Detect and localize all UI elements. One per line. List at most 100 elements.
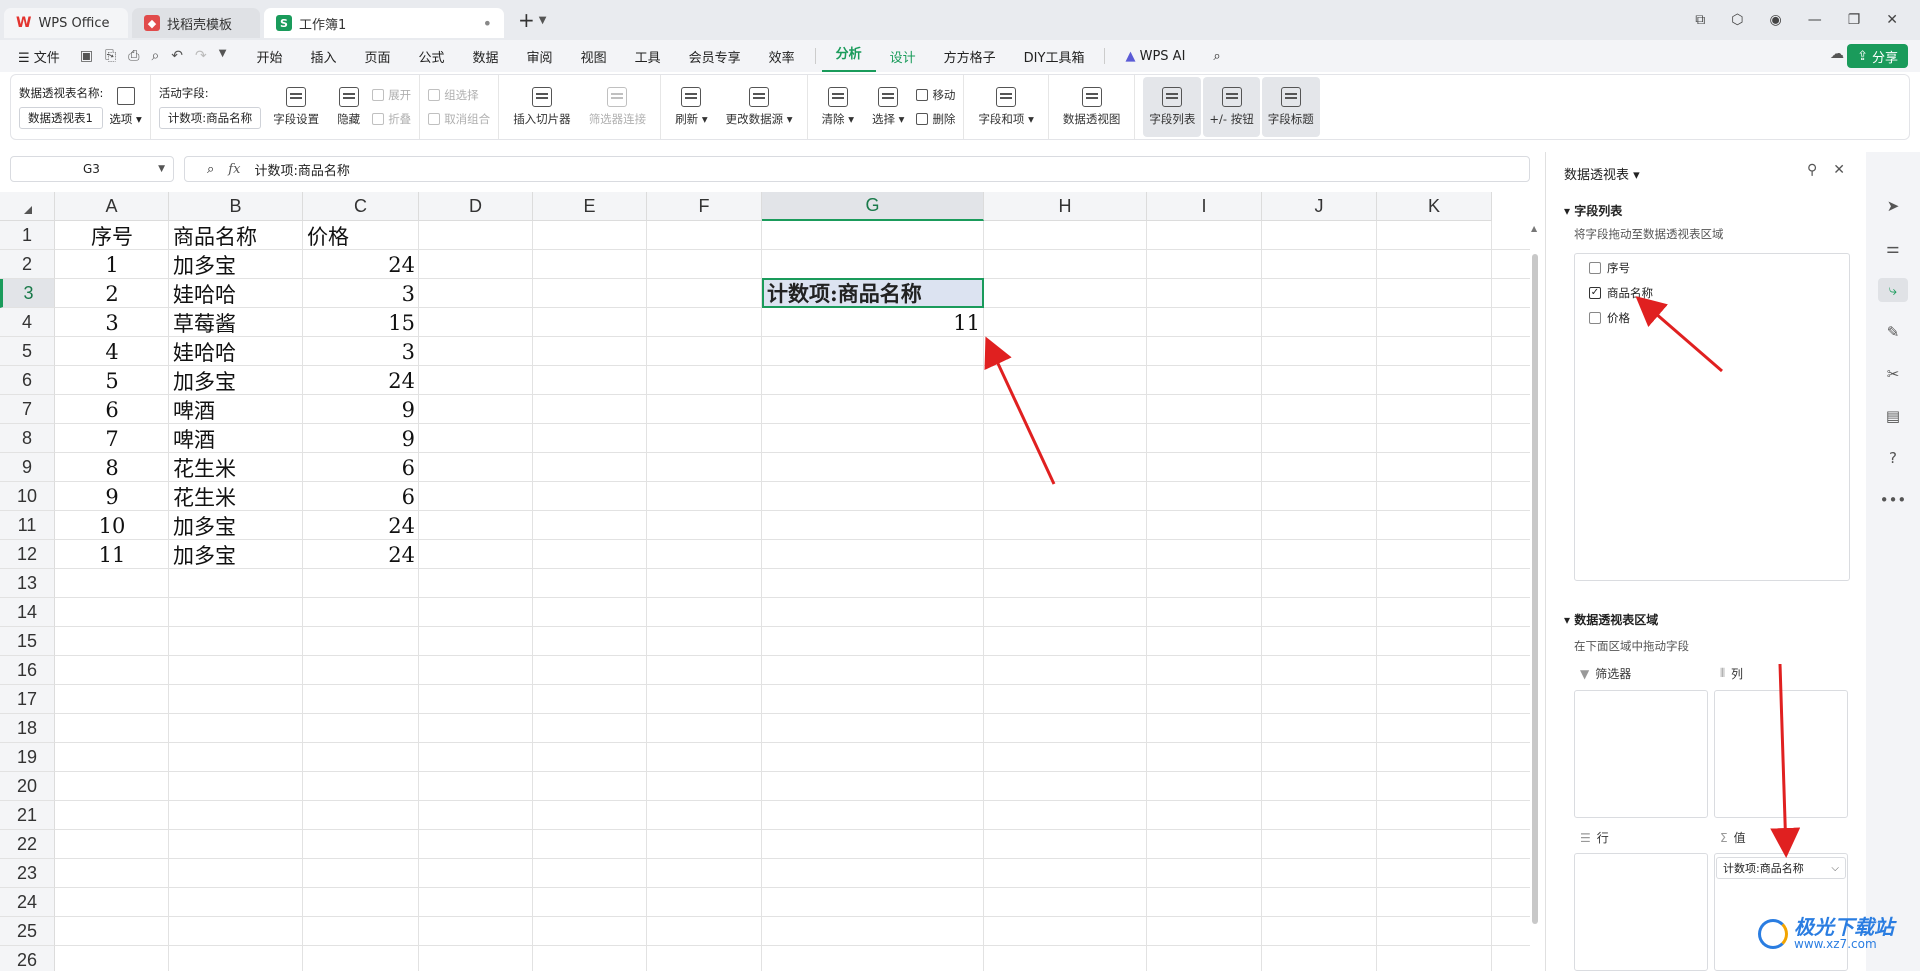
column-header-j[interactable]: J (1262, 192, 1377, 221)
field-item-product-name[interactable]: ✓ 商品名称 (1589, 285, 1653, 301)
table-cell[interactable]: 6 (55, 395, 169, 424)
table-cell[interactable]: 花生米 (169, 453, 303, 482)
menu-member[interactable]: 会员专享 (675, 47, 755, 66)
menu-tools[interactable]: 工具 (621, 47, 675, 66)
tab-template[interactable]: ◆ 找稻壳模板 (132, 8, 260, 38)
table-cell[interactable]: 15 (303, 308, 419, 337)
field-list-title[interactable]: ▾ 字段列表 (1564, 202, 1622, 219)
chevron-down-icon[interactable]: ▼ (219, 48, 227, 64)
table-cell[interactable]: 3 (303, 337, 419, 366)
tile-windows-icon[interactable]: ⧉ (1695, 12, 1705, 28)
row-header-11[interactable]: 11 (0, 511, 55, 540)
save-icon[interactable]: ▣ (80, 48, 93, 64)
expand-button[interactable]: 展开 (372, 87, 411, 103)
help-icon[interactable]: ? (1878, 446, 1908, 470)
row-header-12[interactable]: 12 (0, 540, 55, 569)
cursor-icon[interactable]: ➤ (1878, 194, 1908, 218)
table-cell[interactable]: 加多宝 (169, 250, 303, 279)
column-header-b[interactable]: B (169, 192, 303, 221)
plus-minus-button[interactable]: +/- 按钮 (1203, 77, 1260, 137)
field-list-button[interactable]: 字段列表 (1143, 77, 1202, 137)
close-icon[interactable]: ✕ (1886, 12, 1898, 28)
areas-title[interactable]: ▾ 数据透视表区域 (1564, 611, 1658, 628)
row-header-22[interactable]: 22 (0, 830, 55, 859)
avatar[interactable]: ◉ (1769, 12, 1781, 28)
vertical-scrollbar[interactable]: ▲ (1530, 222, 1540, 932)
print-preview-icon[interactable]: ⌕ (151, 48, 159, 64)
table-cell[interactable]: 7 (55, 424, 169, 453)
more-icon[interactable]: ••• (1878, 488, 1908, 512)
table-cell[interactable]: 5 (55, 366, 169, 395)
refresh-button[interactable]: 刷新 ▾ (669, 77, 713, 137)
menu-file[interactable]: ☰ 文件 (0, 47, 74, 66)
panel-title[interactable]: 数据透视表 ▾ (1564, 164, 1640, 183)
book-icon[interactable]: ▤ (1878, 404, 1908, 428)
column-header-e[interactable]: E (533, 192, 647, 221)
scrollbar-thumb[interactable] (1532, 254, 1538, 924)
table-cell[interactable]: 啤酒 (169, 424, 303, 453)
menu-home[interactable]: 开始 (242, 47, 296, 66)
checkbox-checked[interactable]: ✓ (1589, 287, 1601, 299)
field-header-button[interactable]: 字段标题 (1261, 77, 1320, 137)
fields-items-button[interactable]: 字段和项 ▾ (972, 77, 1039, 137)
field-settings-button[interactable]: 字段设置 (267, 77, 325, 137)
row-header-13[interactable]: 13 (0, 569, 55, 598)
share-button[interactable]: ⇪ 分享 (1847, 44, 1908, 68)
pivot-panel-icon[interactable]: ⤷ (1878, 278, 1908, 302)
table-cell[interactable]: 娃哈哈 (169, 337, 303, 366)
menu-ffgz[interactable]: 方方格子 (930, 47, 1010, 66)
row-header-1[interactable]: 1 (0, 221, 55, 250)
restore-icon[interactable]: ❐ (1848, 12, 1861, 28)
table-cell[interactable]: 加多宝 (169, 366, 303, 395)
pivot-header-cell[interactable]: 计数项:商品名称 (762, 278, 984, 308)
hide-button[interactable]: 隐藏 (331, 77, 366, 137)
checkbox[interactable] (1589, 262, 1601, 274)
menu-data[interactable]: 数据 (459, 47, 513, 66)
row-header-24[interactable]: 24 (0, 888, 55, 917)
table-cell[interactable]: 加多宝 (169, 540, 303, 569)
table-cell[interactable]: 24 (303, 540, 419, 569)
row-header-16[interactable]: 16 (0, 656, 55, 685)
tab-wps-office[interactable]: W WPS Office (4, 8, 128, 38)
field-item-price[interactable]: 价格 (1589, 310, 1630, 326)
column-header-a[interactable]: A (55, 192, 169, 221)
column-header-h[interactable]: H (984, 192, 1147, 221)
column-header-f[interactable]: F (647, 192, 762, 221)
comment-icon[interactable]: ☁ (1830, 46, 1844, 62)
chart-edit-icon[interactable]: ✎ (1878, 320, 1908, 344)
table-cell[interactable]: 2 (55, 279, 169, 308)
row-header-23[interactable]: 23 (0, 859, 55, 888)
menu-page[interactable]: 页面 (351, 47, 405, 66)
pivot-chart-button[interactable]: 数据透视图 (1057, 77, 1127, 137)
options-button[interactable]: 选项 ▾ (109, 111, 141, 127)
row-header-3[interactable]: 3 (0, 279, 55, 308)
new-tab-icon[interactable]: + (518, 8, 535, 32)
unsaved-dot-icon[interactable]: • (483, 14, 492, 33)
select-button[interactable]: 选择 ▾ (866, 77, 910, 137)
menu-insert[interactable]: 插入 (296, 47, 350, 66)
delete-button[interactable]: 删除 (916, 111, 955, 127)
chevron-down-icon[interactable]: ▼ (539, 15, 547, 26)
search-icon[interactable]: ⌕ (1199, 49, 1234, 64)
table-cell[interactable]: 24 (303, 366, 419, 395)
row-header-2[interactable]: 2 (0, 250, 55, 279)
table-cell[interactable]: 3 (303, 279, 419, 308)
menu-efficiency[interactable]: 效率 (755, 47, 809, 66)
name-box[interactable]: G3 ▼ (10, 156, 174, 182)
change-source-button[interactable]: 更改数据源 ▾ (720, 77, 799, 137)
row-header-10[interactable]: 10 (0, 482, 55, 511)
column-drop-zone[interactable] (1714, 690, 1848, 818)
table-cell[interactable]: 9 (303, 424, 419, 453)
row-header-18[interactable]: 18 (0, 714, 55, 743)
field-item-id[interactable]: 序号 (1589, 260, 1630, 276)
table-cell[interactable]: 草莓酱 (169, 308, 303, 337)
table-cell[interactable]: 8 (55, 453, 169, 482)
column-header-g[interactable]: G (762, 192, 984, 221)
row-header-6[interactable]: 6 (0, 366, 55, 395)
menu-design[interactable]: 设计 (876, 47, 930, 66)
row-header-19[interactable]: 19 (0, 743, 55, 772)
spreadsheet-grid[interactable]: A B C D E F G H I J K 1 2 3 4 5 6 7 8 9 10 11 12 13 14 15 16 17 18 19… (0, 192, 1530, 971)
row-header-20[interactable]: 20 (0, 772, 55, 801)
redo-icon[interactable]: ↷ (195, 48, 207, 64)
row-header-17[interactable]: 17 (0, 685, 55, 714)
